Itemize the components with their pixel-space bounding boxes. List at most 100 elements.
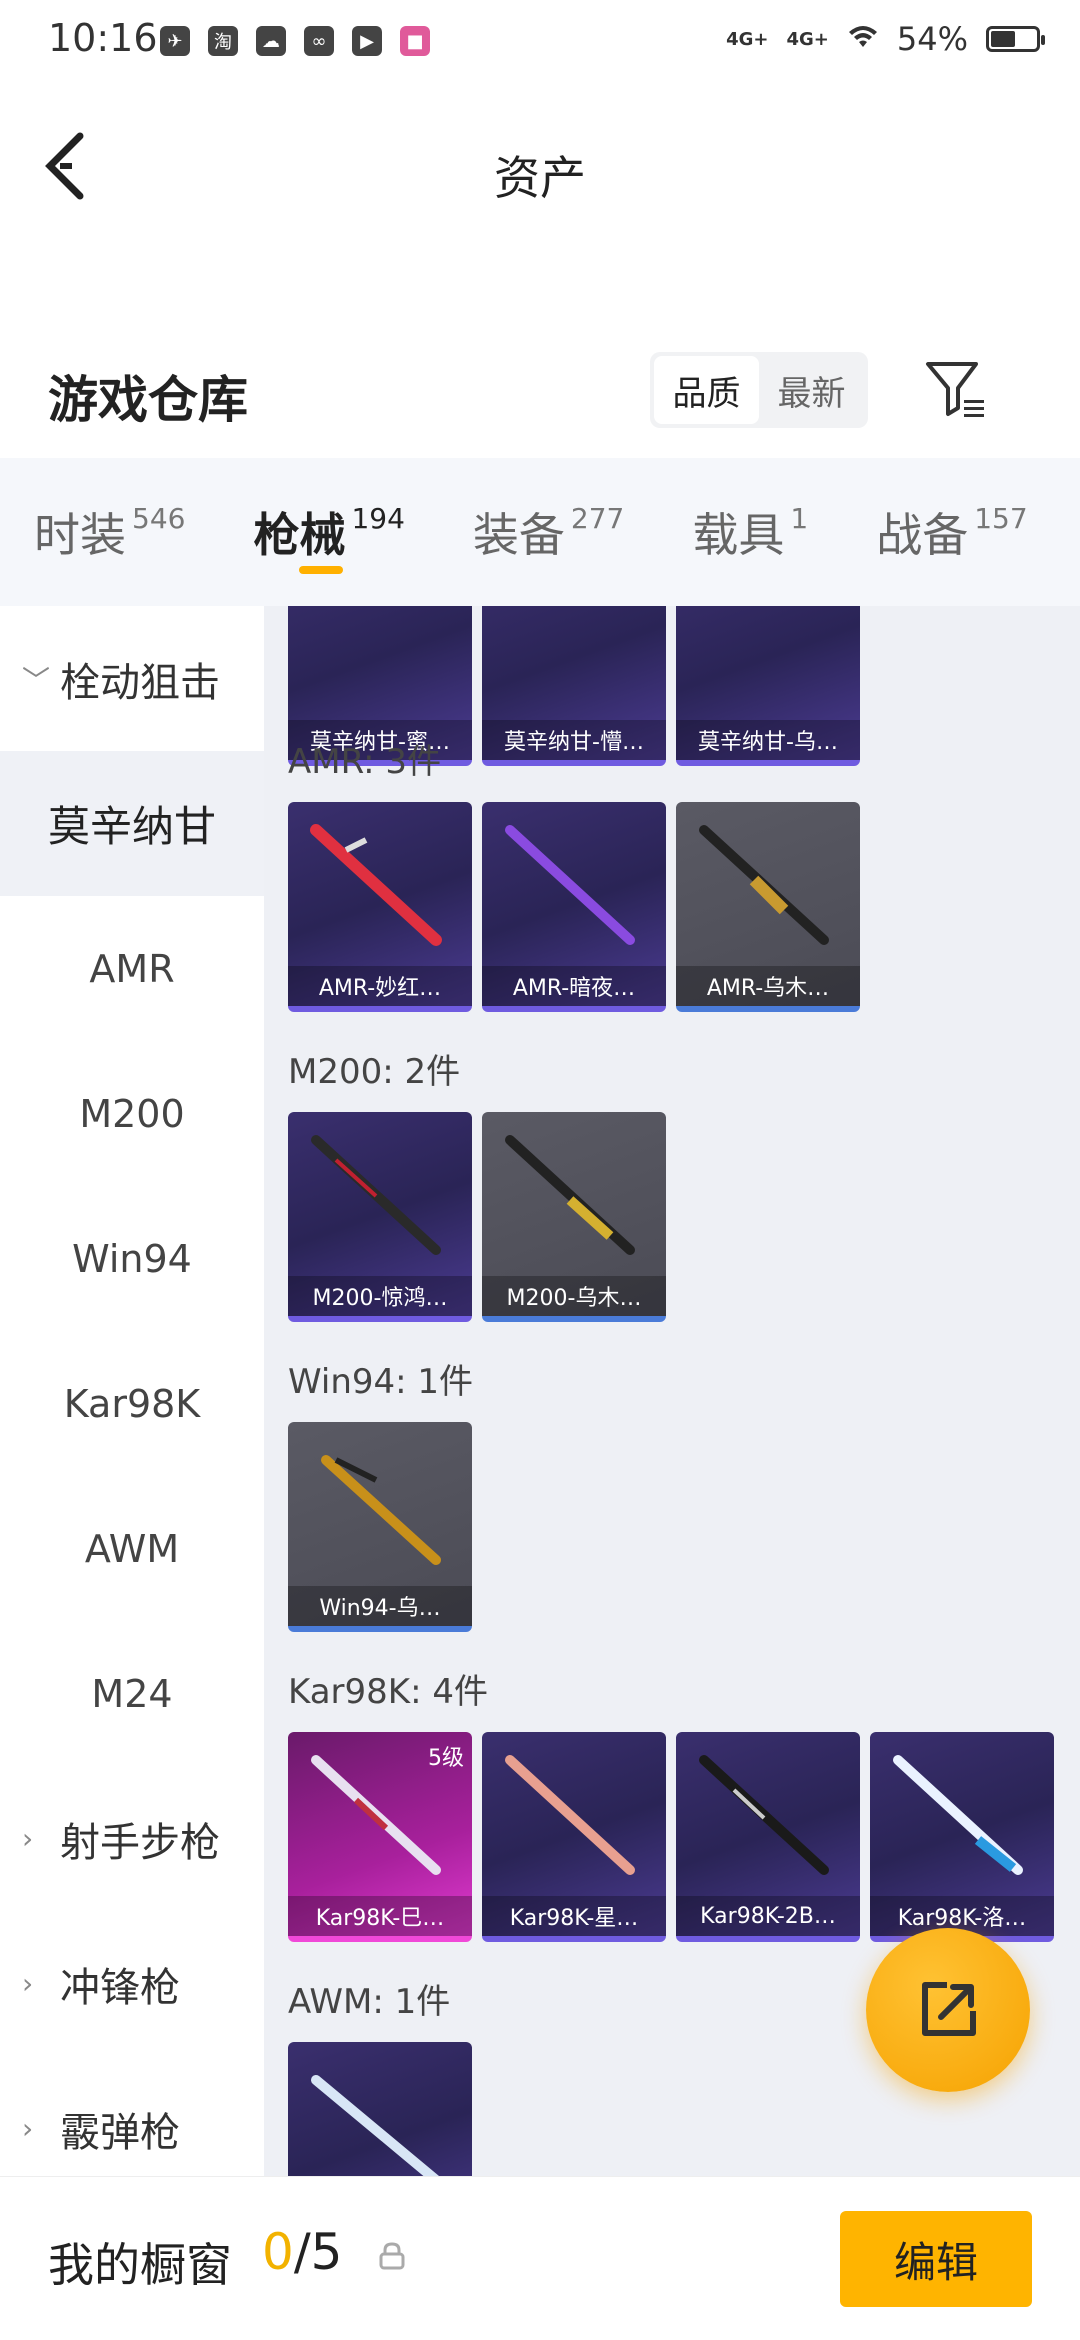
weapon-card-label: 莫辛纳甘-懵… xyxy=(482,720,666,760)
share-external-icon xyxy=(922,1982,976,2036)
weapon-card[interactable]: AMR-暗夜… xyxy=(482,802,666,1012)
tab-label: 时装 xyxy=(34,508,126,562)
weapon-card-label: 莫辛纳甘-乌… xyxy=(676,720,860,760)
weapon-card-label: AMR-乌木… xyxy=(676,966,860,1006)
sort-segmented-control: 品质 最新 xyxy=(650,352,868,428)
sidebar-item-label: AWM xyxy=(84,1526,180,1571)
bird-icon: ✈ xyxy=(160,26,190,56)
weapon-card-label: Kar98K-星… xyxy=(482,1896,666,1936)
sidebar-group-marksman[interactable]: › 射手步枪 xyxy=(0,1766,264,1911)
weapon-card-label: Kar98K-2B… xyxy=(676,1896,860,1936)
weapon-card[interactable]: Kar98K-星… xyxy=(482,1732,666,1942)
sidebar-item-awm[interactable]: AWM xyxy=(0,1476,264,1621)
filter-button[interactable] xyxy=(922,356,988,422)
sidebar-item-label: 冲锋枪 xyxy=(60,1964,180,2011)
edit-button[interactable]: 编辑 xyxy=(840,2211,1032,2307)
sidebar-item-kar98k[interactable]: Kar98K xyxy=(0,1331,264,1476)
sidebar-item-label: 莫辛纳甘 xyxy=(47,802,216,851)
rifle-icon xyxy=(505,1755,635,1875)
weapon-card[interactable] xyxy=(288,2042,472,2176)
news-icon: ■ xyxy=(400,26,430,56)
section-heading: AWM: 1件 xyxy=(288,1982,451,2022)
section-heading: Win94: 1件 xyxy=(288,1362,474,1402)
weapon-card-label: Kar98K-巳… xyxy=(288,1896,472,1936)
showcase-count-current: 0 xyxy=(262,2223,294,2281)
rifle-icon xyxy=(505,1135,635,1255)
section-heading: M200: 2件 xyxy=(288,1052,461,1092)
sidebar-item-label: 栓动狙击 xyxy=(60,659,220,706)
tab-count: 277 xyxy=(570,501,625,535)
weapon-card[interactable]: AMR-乌木… xyxy=(676,802,860,1012)
share-button[interactable] xyxy=(866,1928,1030,2092)
weapon-card-label: AMR-妙红… xyxy=(288,966,472,1006)
showcase-title: 我的橱窗 xyxy=(48,2238,232,2292)
tab-label: 战备 xyxy=(876,508,969,562)
tab-label: 载具 xyxy=(692,508,785,562)
weapon-card[interactable]: 莫辛纳甘-乌… xyxy=(676,606,860,766)
title-bar: 资产 xyxy=(0,86,1080,256)
network-2: 4G+ xyxy=(786,28,829,50)
sidebar-item-mosin[interactable]: 莫辛纳甘 xyxy=(0,751,264,896)
rifle-icon xyxy=(699,1755,829,1875)
weapon-card[interactable]: 5级 Kar98K-巳… xyxy=(288,1732,472,1942)
warehouse-title: 游戏仓库 xyxy=(48,371,248,429)
chevron-right-icon: › xyxy=(22,2112,34,2145)
rifle-icon xyxy=(321,1455,441,1565)
sort-option-newest[interactable]: 最新 xyxy=(759,356,864,424)
sidebar-item-amr[interactable]: AMR xyxy=(0,896,264,1041)
weapon-card[interactable]: M200-乌木… xyxy=(482,1112,666,1322)
sidebar-group-smg[interactable]: › 冲锋枪 xyxy=(0,1911,264,2056)
sidebar-item-win94[interactable]: Win94 xyxy=(0,1186,264,1331)
sidebar-group-bolt-action[interactable]: ﹀ 栓动狙击 xyxy=(0,606,264,751)
weapon-card[interactable]: Kar98K-2B… xyxy=(676,1732,860,1942)
rifle-icon xyxy=(893,1755,1023,1875)
showcase-count: 0/5 xyxy=(262,2223,342,2281)
battery-text: 54% xyxy=(896,20,968,58)
rifle-icon xyxy=(311,1135,441,1255)
weapon-card[interactable]: 莫辛纳甘-懵… xyxy=(482,606,666,766)
chevron-right-icon: › xyxy=(22,1822,34,1855)
sidebar-item-label: Kar98K xyxy=(63,1381,201,1426)
tab-supplies[interactable]: 战备 157 xyxy=(842,458,1027,606)
section-heading: Kar98K: 4件 xyxy=(288,1672,488,1712)
battery-icon xyxy=(986,26,1045,52)
weapon-card-label: Win94-乌… xyxy=(288,1586,472,1626)
sidebar-item-label: M24 xyxy=(91,1671,173,1716)
tab-fashion[interactable]: 时装 546 xyxy=(0,458,185,606)
tab-equipment[interactable]: 装备 277 xyxy=(439,458,624,606)
category-tabs: 时装 546 枪械 194 装备 277 载具 1 战备 157 xyxy=(0,458,1080,606)
wifi-icon xyxy=(847,20,879,58)
sidebar-item-label: M200 xyxy=(79,1091,185,1136)
tab-vehicles[interactable]: 载具 1 xyxy=(658,458,808,606)
status-right: 4G+ 4G+ 54% xyxy=(726,20,1045,58)
status-time: 10:16 xyxy=(48,16,158,60)
weapon-card-label: AMR-暗夜… xyxy=(482,966,666,1006)
category-sidebar: ﹀ 栓动狙击 莫辛纳甘 AMR M200 Win94 Kar98K AWM M2… xyxy=(0,606,264,2176)
rifle-icon xyxy=(311,2075,440,2176)
tab-weapons[interactable]: 枪械 194 xyxy=(219,458,405,606)
chevron-right-icon: › xyxy=(22,1967,34,2000)
level-badge: 5级 xyxy=(428,1746,464,1771)
weapon-card[interactable]: M200-惊鸿… xyxy=(288,1112,472,1322)
link-icon: ∞ xyxy=(304,26,334,56)
sidebar-item-label: 霰弹枪 xyxy=(60,2109,180,2156)
sidebar-item-m200[interactable]: M200 xyxy=(0,1041,264,1186)
notification-icons: ✈ 淘 ☁ ∞ ▶ ■ xyxy=(160,26,430,56)
filter-icon xyxy=(926,362,984,417)
sidebar-item-m24[interactable]: M24 xyxy=(0,1621,264,1766)
weapon-card[interactable]: Win94-乌… xyxy=(288,1422,472,1632)
sort-option-quality[interactable]: 品质 xyxy=(654,356,759,424)
tab-label: 枪械 xyxy=(253,508,346,562)
sidebar-item-label: 射手步枪 xyxy=(60,1819,220,1866)
weapon-card[interactable]: AMR-妙红… xyxy=(288,802,472,1012)
warehouse-header: 游戏仓库 品质 最新 xyxy=(0,330,1080,450)
tab-count: 157 xyxy=(974,501,1028,535)
chevron-down-icon: ﹀ xyxy=(22,663,51,697)
network-1: 4G+ xyxy=(726,28,769,50)
weapon-card-label: M200-惊鸿… xyxy=(288,1276,472,1316)
tab-count: 194 xyxy=(351,501,405,535)
battery-fill xyxy=(991,31,1015,47)
showcase-bar: 我的橱窗 0/5 编辑 xyxy=(0,2176,1080,2340)
section-heading: AMR: 3件 xyxy=(288,742,442,782)
weapon-card[interactable]: Kar98K-洛… xyxy=(870,1732,1054,1942)
